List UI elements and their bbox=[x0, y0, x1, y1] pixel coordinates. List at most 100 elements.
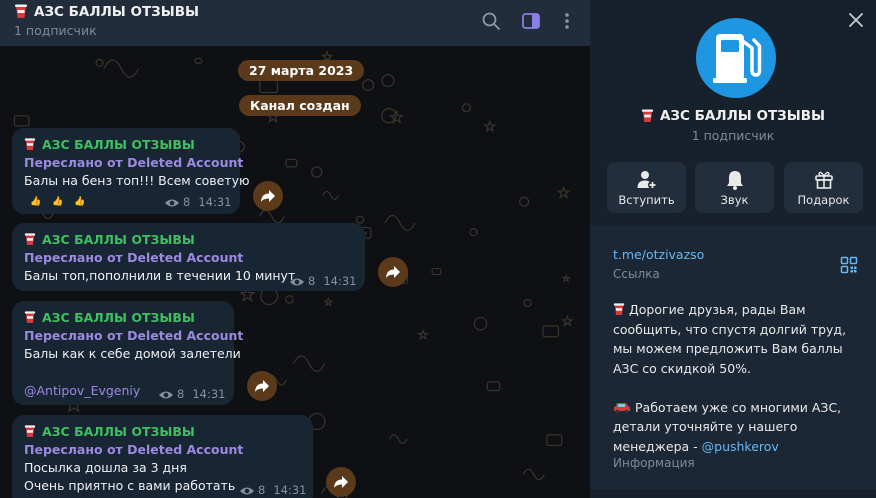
doodle-shape bbox=[285, 295, 294, 304]
eye-icon bbox=[165, 199, 179, 207]
chat-title[interactable]: АЗС БАЛЛЫ ОТЗЫВЫ bbox=[14, 3, 199, 20]
eye-icon bbox=[159, 391, 173, 399]
chat-title-text: АЗС БАЛЛЫ ОТЗЫВЫ bbox=[34, 4, 200, 20]
message-meta: 8 14:31 bbox=[289, 274, 356, 288]
message-meta: 8 14:31 bbox=[239, 483, 306, 497]
message-bubble[interactable]: АЗС БАЛЛЫ ОТЗЫВЫ Переслано от Deleted Ac… bbox=[12, 415, 313, 498]
service-message-pill: Канал создан bbox=[239, 95, 361, 116]
join-button[interactable]: Вступить bbox=[607, 162, 686, 213]
view-count: 8 bbox=[177, 387, 185, 401]
doodle-shape bbox=[469, 228, 478, 237]
description-caption: Информация bbox=[613, 456, 695, 470]
doodle-shape bbox=[519, 196, 530, 207]
date-pill: 27 марта 2023 bbox=[238, 60, 365, 81]
red-cup-icon bbox=[24, 138, 36, 150]
view-count: 8 bbox=[258, 483, 266, 497]
doodle-shape bbox=[523, 298, 532, 308]
share-button[interactable] bbox=[378, 257, 408, 287]
doodle-shape bbox=[362, 79, 375, 92]
doodle-shape bbox=[381, 74, 395, 88]
car-icon bbox=[614, 402, 630, 413]
forwarded-from[interactable]: Переслано от Deleted Account bbox=[24, 442, 243, 457]
forwarded-from[interactable]: Переслано от Deleted Account bbox=[24, 328, 243, 343]
message-author: АЗС БАЛЛЫ ОТЗЫВЫ bbox=[24, 424, 195, 439]
message-text: Балы топ,пополнили в течении 10 минут bbox=[24, 268, 296, 283]
doodle-shape bbox=[416, 328, 430, 341]
doodle-shape bbox=[389, 434, 408, 445]
description-paragraph-1: Дорогие друзья, рады Вам сообщить, что с… bbox=[613, 302, 847, 376]
message-author: АЗС БАЛЛЫ ОТЗЫВЫ bbox=[24, 137, 195, 152]
doodle-shape bbox=[13, 115, 30, 127]
sound-button[interactable]: Звук bbox=[695, 162, 774, 213]
message-text: Балы как к себе домой залетели bbox=[24, 346, 241, 361]
doodle-shape bbox=[461, 103, 472, 113]
doodle-shape bbox=[546, 434, 563, 446]
channel-name-text: АЗС БАЛЛЫ ОТЗЫВЫ bbox=[659, 108, 826, 124]
doodle-shape bbox=[556, 185, 571, 199]
message-author: АЗС БАЛЛЫ ОТЗЫВЫ bbox=[24, 232, 195, 247]
doodle-shape bbox=[322, 296, 334, 307]
doodle-shape bbox=[542, 325, 560, 338]
share-arrow-icon bbox=[255, 380, 269, 392]
forwarded-from[interactable]: Переслано от Deleted Account bbox=[24, 155, 243, 170]
doodle-shape bbox=[258, 209, 285, 224]
doodle-shape bbox=[522, 468, 545, 481]
channel-name: АЗС БАЛЛЫ ОТЗЫВЫ bbox=[590, 108, 876, 124]
signature-link[interactable]: @Antipov_Evgeniy bbox=[24, 383, 140, 398]
more-vertical-icon[interactable] bbox=[556, 10, 578, 32]
join-label: Вступить bbox=[618, 193, 675, 207]
gift-button[interactable]: Подарок bbox=[784, 162, 863, 213]
close-icon[interactable] bbox=[846, 10, 866, 30]
share-arrow-icon bbox=[334, 476, 348, 488]
message-reactions: 👍 👍 👍 bbox=[30, 197, 90, 207]
chat-subscriber-count: 1 подписчик bbox=[14, 23, 97, 38]
doodle-shape bbox=[561, 273, 572, 283]
message-text: Очень приятно с вами работать bbox=[24, 478, 236, 493]
message-time: 14:31 bbox=[192, 387, 226, 401]
search-icon[interactable] bbox=[480, 10, 502, 32]
channel-link[interactable]: t.me/otzivazso bbox=[613, 247, 704, 262]
red-cup-icon bbox=[24, 425, 36, 437]
manager-handle-link[interactable]: @pushkerov bbox=[702, 439, 779, 454]
doodle-shape bbox=[431, 267, 442, 276]
forwarded-from[interactable]: Переслано от Deleted Account bbox=[24, 250, 243, 265]
doodle-shape bbox=[560, 314, 574, 327]
qr-code-icon[interactable] bbox=[840, 256, 858, 274]
doodle-shape bbox=[259, 79, 279, 94]
doodle-shape bbox=[95, 58, 104, 67]
message-text: Посылка дошла за 3 дня bbox=[24, 460, 187, 475]
view-count: 8 bbox=[183, 195, 191, 209]
link-caption: Ссылка bbox=[613, 267, 660, 281]
doodle-shape bbox=[103, 59, 140, 78]
share-button[interactable] bbox=[326, 467, 356, 497]
eye-icon bbox=[240, 487, 254, 495]
doodle-shape bbox=[322, 190, 339, 200]
doodle-shape bbox=[285, 158, 298, 168]
chat-header[interactable]: АЗС БАЛЛЫ ОТЗЫВЫ 1 подписчик bbox=[0, 0, 590, 46]
message-author: АЗС БАЛЛЫ ОТЗЫВЫ bbox=[24, 310, 195, 325]
subscriber-count: 1 подписчик bbox=[691, 128, 775, 143]
message-meta: 8 14:31 bbox=[164, 195, 231, 209]
view-count: 8 bbox=[308, 274, 316, 288]
share-arrow-icon bbox=[386, 266, 400, 278]
gift-icon bbox=[815, 171, 833, 189]
doodle-shape bbox=[355, 215, 365, 224]
doodle-shape bbox=[486, 381, 501, 392]
red-cup-icon bbox=[24, 311, 36, 323]
doodle-shape bbox=[311, 166, 323, 178]
share-arrow-icon bbox=[261, 190, 275, 202]
channel-avatar[interactable] bbox=[696, 18, 776, 98]
chat-background: 27 марта 2023 Канал создан АЗС БАЛЛЫ ОТЗ… bbox=[0, 46, 590, 498]
message-bubble[interactable]: АЗС БАЛЛЫ ОТЗЫВЫ Переслано от Deleted Ac… bbox=[12, 223, 365, 291]
red-cup-icon bbox=[641, 109, 654, 122]
message-bubble[interactable]: АЗС БАЛЛЫ ОТЗЫВЫ Переслано от Deleted Ac… bbox=[12, 301, 243, 405]
fuel-pump-icon bbox=[713, 34, 762, 83]
share-button[interactable] bbox=[247, 371, 277, 401]
share-button[interactable] bbox=[253, 181, 283, 211]
add-user-icon bbox=[637, 171, 657, 190]
red-cup-icon bbox=[24, 233, 36, 245]
message-bubble[interactable]: АЗС БАЛЛЫ ОТЗЫВЫ Переслано от Deleted Ac… bbox=[12, 128, 250, 214]
sidebar-toggle-icon[interactable] bbox=[520, 10, 542, 32]
info-section: t.me/otzivazso Ссылка Дорогие друзья, ра… bbox=[590, 226, 876, 489]
doodle-shape bbox=[194, 57, 203, 64]
